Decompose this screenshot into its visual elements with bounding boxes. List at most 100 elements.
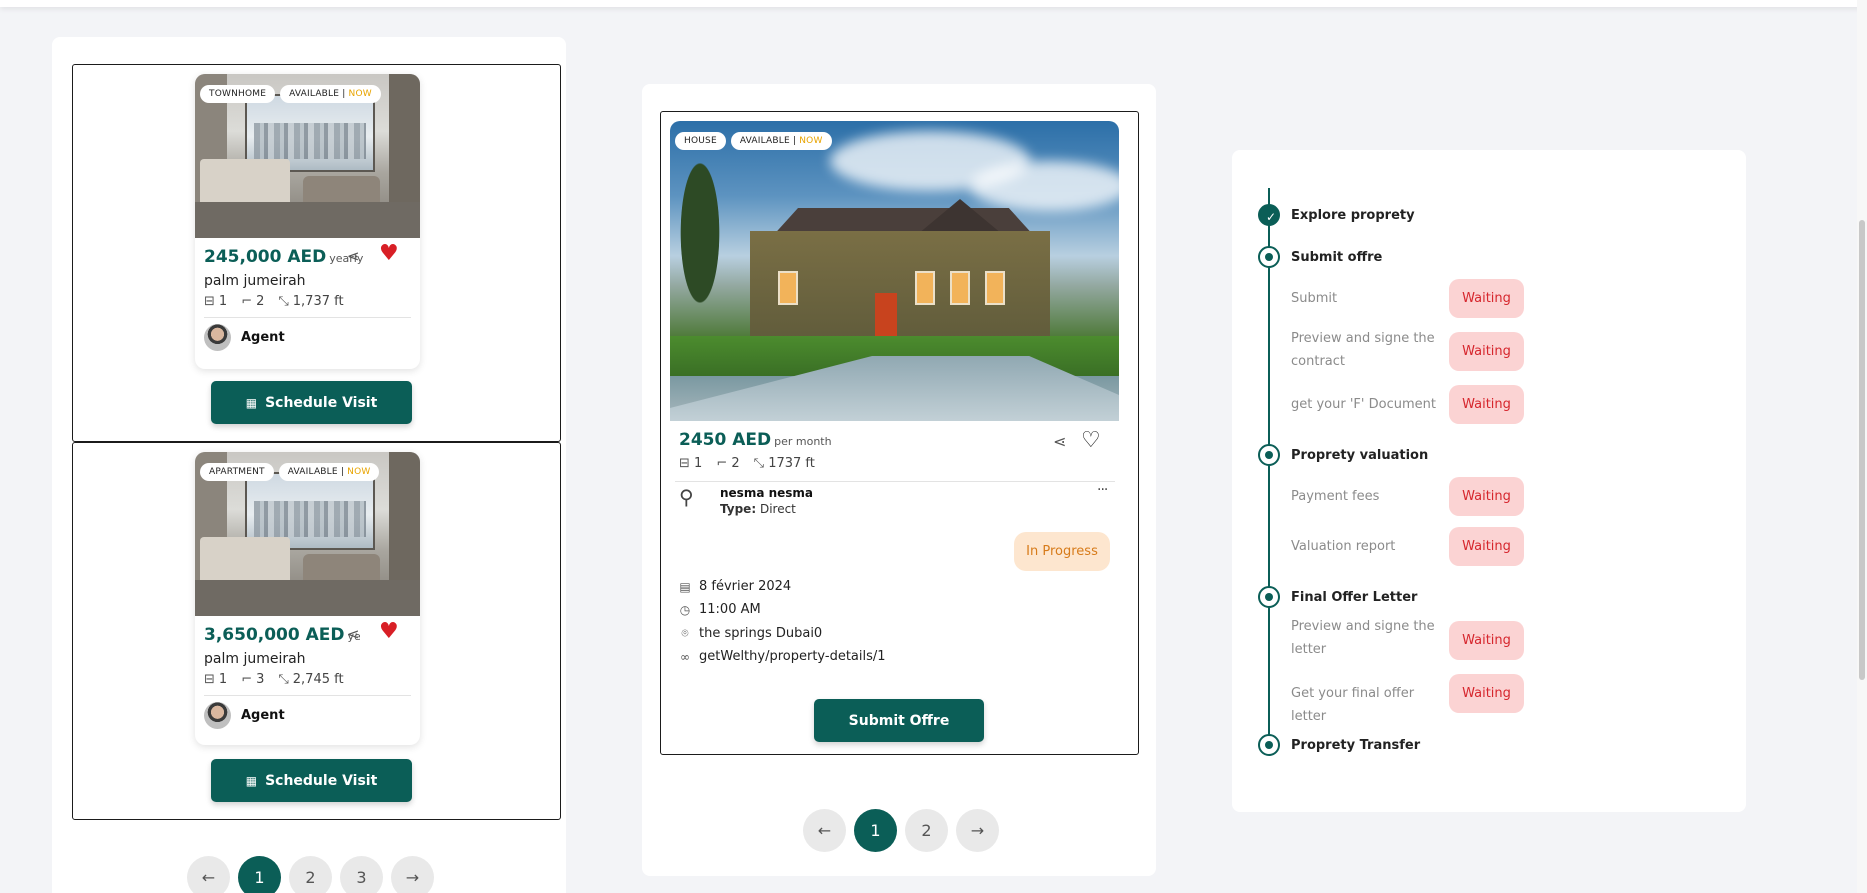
property-photo[interactable] [670, 121, 1119, 421]
calendar-icon: ▦ [245, 395, 258, 410]
more-options-icon[interactable]: ··· [1097, 482, 1108, 498]
next-page-button[interactable]: → [391, 856, 434, 893]
bed-icon: ⊟ [204, 672, 215, 687]
page-button[interactable]: 2 [905, 809, 948, 852]
user-icon: ⚲ [679, 485, 694, 509]
property-photo[interactable]: APARTMENT AVAILABLE | NOW [195, 452, 420, 616]
check-icon: ✓ [1265, 210, 1277, 224]
calendar-icon: ▤ [679, 579, 691, 594]
listings-pagination: ← 1 2 3 → [187, 856, 434, 893]
share-icon[interactable]: ⋖ [347, 247, 360, 265]
step-title: Explore proprety [1291, 208, 1415, 223]
property-specs: ⊟ 1 ⌐ 2 ⤡ 1737 ft [679, 456, 815, 471]
share-icon[interactable]: ⋖ [347, 625, 360, 643]
price-row: 3,650,000 AED yearly ⋖ ♥ [195, 621, 420, 646]
calendar-icon: ▦ [245, 773, 258, 788]
time-row: ◷ 11:00 AM [679, 602, 761, 617]
property-type-tag: APARTMENT [200, 463, 274, 481]
price: 3,650,000 AED [204, 625, 345, 645]
location: palm jumeirah [204, 651, 306, 667]
area-icon: ⤡ [278, 294, 289, 309]
step-title: Proprety valuation [1291, 448, 1429, 463]
step-marker [1258, 586, 1280, 608]
user-type: Type: Direct [720, 502, 796, 516]
price: 245,000 AED [204, 247, 327, 267]
agent-row[interactable]: Agent [195, 696, 420, 736]
bath-icon: ⌐ [241, 672, 253, 687]
status-badge: Waiting [1449, 332, 1524, 371]
agent-row[interactable]: Agent [195, 318, 420, 358]
step-marker [1258, 246, 1280, 268]
link-icon: ∞ [680, 649, 690, 664]
listing-card[interactable]: TOWNHOME AVAILABLE | NOW 245,000 AED yea… [195, 74, 420, 369]
step-title: Submit offre [1291, 250, 1383, 265]
scrollbar[interactable] [1857, 0, 1867, 893]
listing-frame: TOWNHOME AVAILABLE | NOW 245,000 AED yea… [72, 64, 561, 442]
bath-icon: ⌐ [716, 456, 728, 471]
link-row[interactable]: ∞ getWelthy/property-details/1 [679, 649, 886, 664]
scrollbar-thumb[interactable] [1859, 220, 1865, 680]
status-badge: Waiting [1449, 279, 1524, 318]
share-icon[interactable]: ⋖ [1053, 432, 1066, 451]
listing-frame: APARTMENT AVAILABLE | NOW 3,650,000 AED … [72, 442, 561, 820]
bath-icon: ⌐ [241, 294, 253, 309]
heart-outline-icon[interactable]: ♡ [1081, 428, 1101, 453]
substep-label: get your 'F' Document [1291, 397, 1436, 412]
page-button[interactable]: 1 [238, 856, 281, 893]
avatar [204, 324, 231, 351]
status-badge: Waiting [1449, 385, 1524, 424]
status-badge: Waiting [1449, 674, 1524, 713]
date-row: ▤ 8 février 2024 [679, 579, 792, 594]
property-photo[interactable]: TOWNHOME AVAILABLE | NOW [195, 74, 420, 238]
availability-tag: AVAILABLE | NOW [280, 85, 381, 103]
next-page-button[interactable]: → [956, 809, 999, 852]
step-marker [1258, 734, 1280, 756]
price-row: 245,000 AED yearly ⋖ ♥ [195, 243, 420, 268]
schedule-visit-button[interactable]: ▦ Schedule Visit [211, 381, 412, 424]
agent-name: Agent [241, 708, 285, 723]
progress-steps-panel: ✓ Explore proprety Submit offre Submit W… [1232, 150, 1746, 812]
address-row: ⌾ the springs Dubai0 [679, 626, 822, 641]
prev-page-button[interactable]: ← [187, 856, 230, 893]
clock-icon: ◷ [679, 602, 691, 617]
listing-card[interactable]: APARTMENT AVAILABLE | NOW 3,650,000 AED … [195, 452, 420, 745]
property-specs: ⊟ 1 ⌐ 2 ⤡ 1,737 ft [204, 294, 344, 309]
heart-icon[interactable]: ♥ [379, 621, 399, 643]
page-button[interactable]: 2 [289, 856, 332, 893]
heart-icon[interactable]: ♥ [379, 243, 399, 265]
offers-pagination: ← 1 2 → [803, 809, 999, 852]
price-period: per month [774, 435, 832, 448]
substep-label: Payment fees [1291, 489, 1380, 504]
area-icon: ⤡ [753, 456, 765, 471]
top-bar [0, 0, 1867, 7]
page-button[interactable]: 3 [340, 856, 383, 893]
avatar [204, 702, 231, 729]
substep-label: Get your final offer letter [1291, 686, 1415, 724]
listings-panel: TOWNHOME AVAILABLE | NOW 245,000 AED yea… [52, 37, 566, 893]
price-row: 2450 AED per month [679, 430, 832, 450]
step-marker: ✓ [1258, 204, 1280, 226]
location-pin-icon: ⌾ [681, 626, 689, 640]
schedule-visit-button[interactable]: ▦ Schedule Visit [211, 759, 412, 802]
divider [675, 481, 1115, 482]
substep-label: Submit [1291, 291, 1338, 306]
page-button[interactable]: 1 [854, 809, 897, 852]
property-type-tag: TOWNHOME [200, 85, 276, 103]
prev-page-button[interactable]: ← [803, 809, 846, 852]
availability-tag: AVAILABLE | NOW [730, 132, 832, 150]
area-icon: ⤡ [278, 672, 289, 687]
bed-icon: ⊟ [204, 294, 215, 309]
offer-frame: HOUSE AVAILABLE | NOW 2450 AED per month… [660, 111, 1139, 755]
submit-offre-button[interactable]: Submit Offre [814, 699, 984, 742]
status-badge: Waiting [1449, 621, 1524, 660]
substep-label: Valuation report [1291, 539, 1396, 554]
status-badge: Waiting [1449, 477, 1524, 516]
offer-panel: HOUSE AVAILABLE | NOW 2450 AED per month… [642, 84, 1156, 876]
step-marker [1258, 444, 1280, 466]
property-specs: ⊟ 1 ⌐ 3 ⤡ 2,745 ft [204, 672, 344, 687]
user-name: nesma nesma [720, 486, 814, 500]
step-title: Proprety Transfer [1291, 738, 1421, 753]
status-badge: In Progress [1014, 532, 1110, 571]
property-type-tag: HOUSE [675, 132, 726, 150]
location: palm jumeirah [204, 273, 306, 289]
